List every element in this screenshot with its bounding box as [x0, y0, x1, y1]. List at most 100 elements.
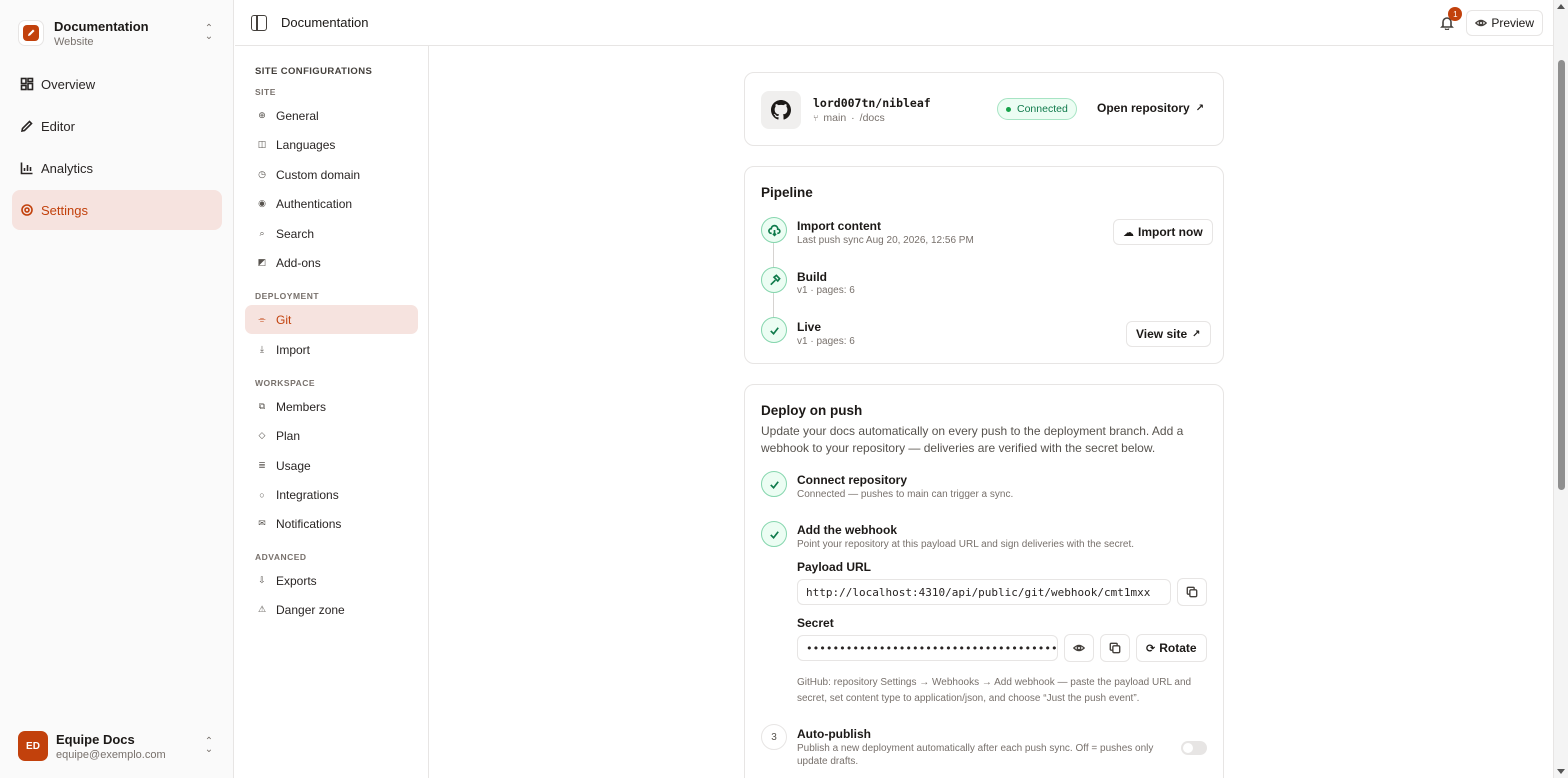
- fingerprint-icon: ◉: [258, 198, 266, 208]
- scrollbar[interactable]: [1553, 0, 1568, 778]
- external-link-icon: ↗: [1195, 102, 1205, 114]
- nav-item-label: Editor: [41, 118, 75, 134]
- group-label-site: SITE: [255, 87, 276, 97]
- status-label: Connected: [1017, 103, 1068, 115]
- open-repository-label: Open repository: [1097, 101, 1190, 115]
- subnav-heading: SITE CONFIGURATIONS: [255, 66, 373, 77]
- main-content: lord007tn/nibleaf ⑂ main · /docs Connect…: [430, 46, 1553, 778]
- rotate-secret-button[interactable]: ⟳ Rotate: [1136, 634, 1207, 662]
- subnav-item-plan[interactable]: ◇ Plan: [245, 421, 418, 450]
- status-dot-icon: [1006, 106, 1011, 112]
- subnav-item-label: Languages: [276, 137, 336, 152]
- nav-item-label: Settings: [41, 202, 88, 218]
- nav-item-overview[interactable]: Overview: [12, 64, 222, 104]
- preview-button[interactable]: Preview: [1466, 10, 1543, 36]
- secret-field[interactable]: ••••••••••••••••••••••••••••••••••••••••…: [797, 635, 1058, 661]
- book-icon: ◫: [257, 139, 267, 149]
- subnav-item-danger-zone[interactable]: ⚠ Danger zone: [245, 595, 418, 624]
- subnav-item-label: Add-ons: [276, 255, 321, 270]
- group-label-advanced: ADVANCED: [255, 552, 307, 562]
- view-site-button[interactable]: View site ↗: [1126, 321, 1211, 347]
- chevron-updown-icon: ⌃ ⌄: [204, 736, 214, 755]
- github-help-text: GitHub: repository Settings → Webhooks →…: [797, 677, 1192, 704]
- scrollbar-thumb[interactable]: [1558, 60, 1565, 490]
- search-icon: ⌕: [259, 228, 265, 238]
- step-sub: v1 · pages: 6: [797, 336, 855, 347]
- step-sub: Last push sync Aug 20, 2026, 12:56 PM: [797, 235, 974, 246]
- nav-item-editor[interactable]: Editor: [12, 106, 222, 146]
- top-bar: Documentation 1 Preview: [235, 0, 1553, 46]
- hammer-icon: [761, 267, 787, 293]
- subnav-item-custom-domain[interactable]: ◷ Custom domain: [245, 160, 418, 189]
- eye-icon: [1073, 644, 1085, 652]
- subnav-item-label: Git: [276, 312, 292, 327]
- subnav-item-search[interactable]: ⌕ Search: [245, 219, 418, 248]
- gear-icon: [21, 204, 33, 216]
- nav-item-analytics[interactable]: Analytics: [12, 148, 222, 188]
- chevron-updown-icon: ⌃ ⌄: [204, 23, 214, 42]
- workspace-switcher[interactable]: Documentation Website ⌃ ⌄: [12, 12, 222, 54]
- nav-item-settings[interactable]: Settings: [12, 190, 222, 230]
- step-title: Import content: [797, 219, 881, 233]
- check-icon: [761, 521, 787, 547]
- user-menu[interactable]: ED Equipe Docs equipe@exemplo.com ⌃ ⌄: [12, 724, 222, 768]
- github-icon: [761, 91, 801, 129]
- subnav-item-git[interactable]: ⌯ Git: [245, 305, 418, 334]
- group-label-deployment: DEPLOYMENT: [255, 291, 320, 301]
- scroll-down-icon[interactable]: [1557, 769, 1565, 774]
- subnav-item-label: Usage: [276, 458, 311, 473]
- repository-name: lord007tn/nibleaf: [813, 96, 931, 110]
- download-icon: ⤓: [260, 344, 264, 354]
- subnav-item-integrations[interactable]: ○ Integrations: [245, 480, 418, 509]
- subnav-item-add-ons[interactable]: ◩ Add-ons: [245, 248, 418, 277]
- check-icon: [761, 471, 787, 497]
- subnav-item-label: Search: [276, 226, 315, 241]
- subnav-item-members[interactable]: ⧉ Members: [245, 392, 418, 421]
- repository-path: /docs: [859, 112, 885, 124]
- secret-label: Secret: [797, 616, 834, 630]
- import-now-button[interactable]: ☁ Import now: [1113, 219, 1213, 245]
- step-title: Live: [797, 320, 822, 334]
- payload-url-field[interactable]: http://localhost:4310/api/public/git/web…: [797, 579, 1171, 605]
- subnav-item-label: Notifications: [276, 516, 342, 531]
- subnav-item-general[interactable]: ⊕ General: [245, 101, 418, 130]
- cloud-download-icon: ☁: [1123, 226, 1134, 239]
- globe-icon: ⊕: [258, 110, 266, 120]
- subnav-item-authentication[interactable]: ◉ Authentication: [245, 189, 418, 218]
- copy-icon: [1109, 642, 1121, 654]
- cloud-download-icon: [761, 217, 787, 243]
- main-nav: Overview Editor Analytics Settings: [12, 64, 222, 232]
- pen-icon: [20, 120, 33, 133]
- subnav-item-notifications[interactable]: ✉ Notifications: [245, 509, 418, 538]
- open-repository-link[interactable]: Open repository ↗: [1097, 101, 1204, 115]
- pipeline-card: Pipeline Import content Last push sync A…: [744, 166, 1224, 364]
- nav-item-label: Overview: [41, 76, 96, 92]
- bar-chart-icon: [20, 162, 33, 175]
- subnav-item-label: Authentication: [276, 196, 353, 211]
- eye-icon: [1475, 19, 1488, 27]
- reveal-secret-button[interactable]: [1064, 634, 1094, 662]
- auto-publish-toggle[interactable]: [1181, 741, 1207, 755]
- copy-secret-button[interactable]: [1100, 634, 1130, 662]
- branch-icon: ⑂: [813, 113, 819, 123]
- puzzle-icon: ◩: [257, 257, 267, 267]
- subnav-item-label: General: [276, 108, 319, 123]
- user-email: equipe@exemplo.com: [56, 748, 166, 761]
- app-sidebar: Documentation Website ⌃ ⌄ Overview Editor…: [0, 0, 234, 778]
- subnav-item-usage[interactable]: ≣ Usage: [245, 451, 418, 480]
- status-badge: Connected: [997, 98, 1077, 120]
- notifications-button[interactable]: 1: [1434, 7, 1463, 36]
- sidebar-toggle-icon[interactable]: [251, 14, 267, 31]
- repository-card: lord007tn/nibleaf ⑂ main · /docs Connect…: [744, 72, 1224, 146]
- group-label-workspace: WORKSPACE: [255, 378, 316, 388]
- avatar: ED: [18, 731, 48, 761]
- subnav-item-import[interactable]: ⤓ Import: [245, 335, 418, 364]
- refresh-icon: ⟳: [1146, 642, 1156, 655]
- scroll-up-icon[interactable]: [1557, 4, 1565, 9]
- workspace-logo: [18, 20, 44, 46]
- subnav-item-exports[interactable]: ⇩ Exports: [245, 566, 418, 595]
- meta-separator: ·: [851, 112, 855, 124]
- copy-payload-button[interactable]: [1177, 578, 1207, 606]
- step-title: Auto-publish: [797, 727, 871, 741]
- subnav-item-languages[interactable]: ◫ Languages: [245, 130, 418, 159]
